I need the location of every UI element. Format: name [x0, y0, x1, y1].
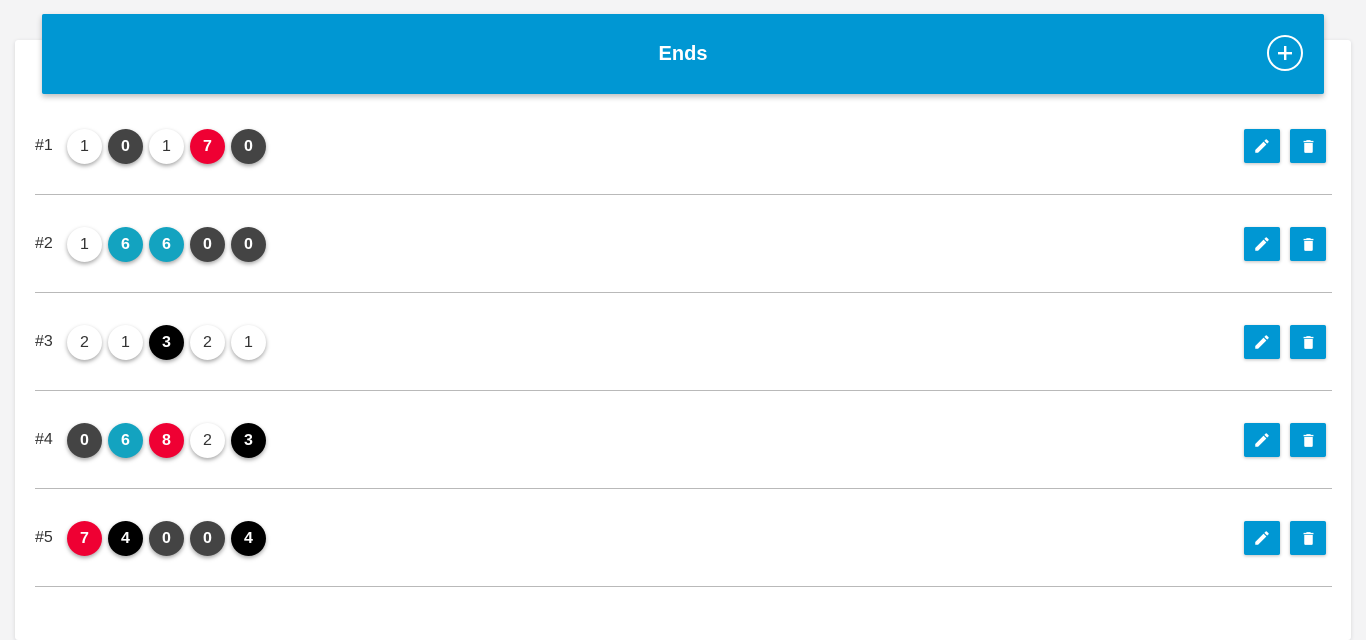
arrow-score-badge: 2: [67, 325, 102, 360]
trash-icon: [1303, 139, 1313, 153]
arrow-score-badge: 0: [190, 227, 225, 262]
trash-icon: [1303, 335, 1313, 349]
arrow-scores: 16600: [67, 227, 266, 262]
arrow-score-badge: 3: [231, 423, 266, 458]
edit-end-button[interactable]: [1244, 521, 1280, 555]
arrow-score-badge: 1: [67, 129, 102, 164]
end-number: #1: [35, 137, 53, 154]
page-title: Ends: [658, 42, 708, 65]
trash-icon: [1303, 237, 1313, 251]
add-end-button[interactable]: [1267, 35, 1303, 71]
edit-end-button[interactable]: [1244, 423, 1280, 457]
arrow-score-badge: 1: [231, 325, 266, 360]
pencil-icon: [1255, 335, 1269, 349]
end-row: #4 0 6 8 2 3: [35, 391, 1332, 489]
row-actions: [1244, 325, 1326, 359]
pencil-icon: [1255, 531, 1269, 545]
arrow-scores: 74004: [67, 521, 266, 556]
ends-header: Ends: [42, 14, 1324, 94]
arrow-score-badge: 4: [108, 521, 143, 556]
edit-end-button[interactable]: [1244, 227, 1280, 261]
pencil-icon: [1255, 237, 1269, 251]
arrow-score-badge: 1: [108, 325, 143, 360]
pencil-icon: [1255, 139, 1269, 153]
arrow-score-badge: 7: [190, 129, 225, 164]
arrow-scores: 06823: [67, 423, 266, 458]
delete-end-button[interactable]: [1290, 521, 1326, 555]
edit-end-button[interactable]: [1244, 129, 1280, 163]
plus-icon: [1278, 46, 1292, 60]
trash-icon: [1303, 433, 1313, 447]
delete-end-button[interactable]: [1290, 423, 1326, 457]
arrow-score-badge: 1: [67, 227, 102, 262]
arrow-scores: 21321: [67, 325, 266, 360]
row-actions: [1244, 521, 1326, 555]
arrow-score-badge: 6: [149, 227, 184, 262]
end-row: #1 1 0 1 7 0: [35, 97, 1332, 195]
arrow-score-badge: 0: [149, 521, 184, 556]
end-number: #5: [35, 529, 53, 546]
row-actions: [1244, 129, 1326, 163]
delete-end-button[interactable]: [1290, 129, 1326, 163]
delete-end-button[interactable]: [1290, 227, 1326, 261]
arrow-score-badge: 4: [231, 521, 266, 556]
arrow-score-badge: 0: [67, 423, 102, 458]
arrow-score-badge: 0: [231, 129, 266, 164]
row-actions: [1244, 423, 1326, 457]
edit-end-button[interactable]: [1244, 325, 1280, 359]
end-row: #2 1 6 6 0 0: [35, 195, 1332, 293]
arrow-score-badge: 8: [149, 423, 184, 458]
ends-list: #1 1 0 1 7 0 #2 1 6 6 0 0 #3 2 1 3 2 1 #4 0 6 8 2 3 #5 7 4 0 0 4: [35, 97, 1332, 587]
arrow-score-badge: 1: [149, 129, 184, 164]
row-actions: [1244, 227, 1326, 261]
delete-end-button[interactable]: [1290, 325, 1326, 359]
arrow-score-badge: 0: [231, 227, 266, 262]
arrow-score-badge: 2: [190, 325, 225, 360]
end-row: #3 2 1 3 2 1: [35, 293, 1332, 391]
arrow-score-badge: 0: [190, 521, 225, 556]
end-row: #5 7 4 0 0 4: [35, 489, 1332, 587]
end-number: #4: [35, 431, 53, 448]
pencil-icon: [1255, 433, 1269, 447]
end-number: #3: [35, 333, 53, 350]
arrow-score-badge: 6: [108, 227, 143, 262]
trash-icon: [1303, 531, 1313, 545]
arrow-score-badge: 0: [108, 129, 143, 164]
end-number: #2: [35, 235, 53, 252]
arrow-score-badge: 2: [190, 423, 225, 458]
arrow-score-badge: 3: [149, 325, 184, 360]
arrow-scores: 10170: [67, 129, 266, 164]
arrow-score-badge: 6: [108, 423, 143, 458]
arrow-score-badge: 7: [67, 521, 102, 556]
